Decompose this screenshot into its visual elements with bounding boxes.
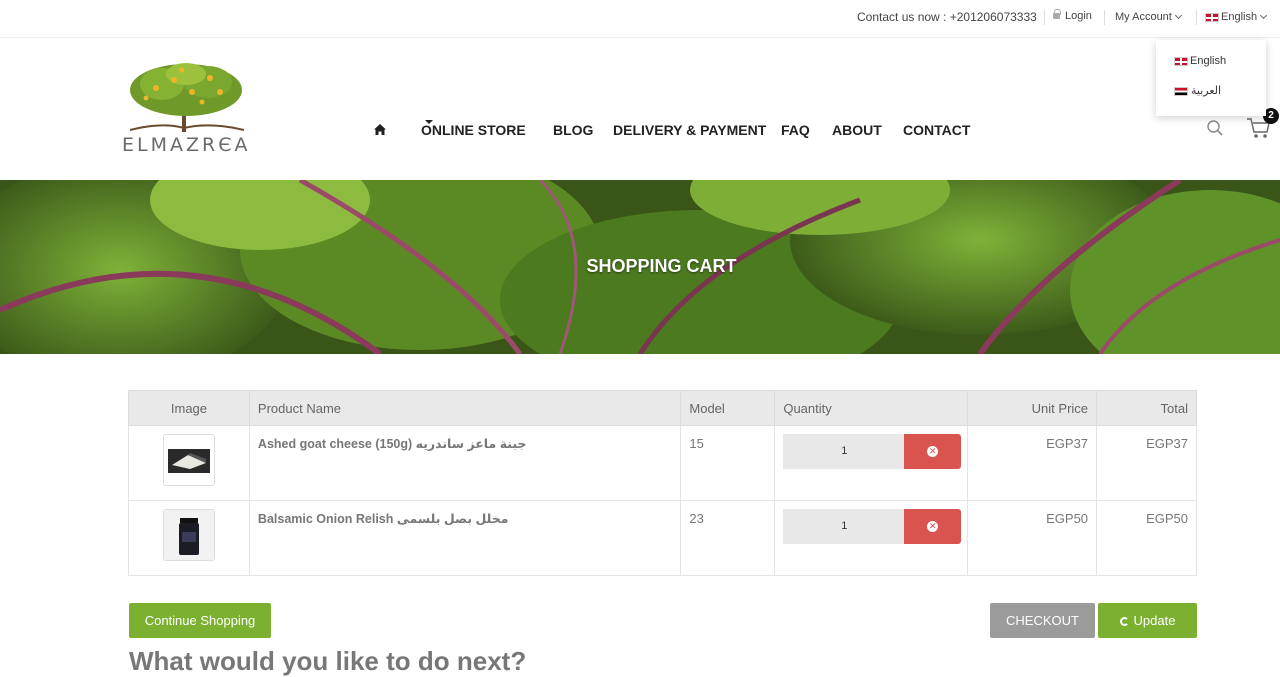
- column-header-model: Model: [680, 390, 776, 426]
- unit-price: EGP37: [967, 425, 1098, 501]
- page-title: SHOPPING CART: [586, 256, 737, 276]
- contact-phone: Contact us now : +201206073333: [857, 10, 1037, 24]
- product-name-link[interactable]: Ashed goat cheese (150g) جبنة ماعز ساندر…: [258, 437, 527, 451]
- nav-label: ONLINE STORE: [421, 122, 526, 138]
- remove-icon: ✕: [927, 521, 939, 532]
- divider: [1196, 10, 1197, 25]
- home-icon[interactable]: [374, 124, 386, 135]
- column-header-quantity: Quantity: [774, 390, 969, 426]
- language-option-arabic[interactable]: العربية: [1174, 84, 1221, 97]
- product-name-cell: Ashed goat cheese (150g) جبنة ماعز ساندر…: [248, 425, 682, 501]
- lock-icon: [1053, 9, 1061, 19]
- quantity-input[interactable]: 1: [783, 434, 906, 469]
- language-menu: English العربية: [1156, 40, 1266, 116]
- remove-item-button[interactable]: ✕: [904, 509, 962, 544]
- column-header-total: Total: [1096, 390, 1197, 426]
- divider: [1044, 10, 1045, 25]
- refresh-icon: [1119, 617, 1129, 626]
- divider: [1104, 10, 1105, 25]
- login-link[interactable]: Login: [1053, 9, 1092, 22]
- product-thumbnail[interactable]: [162, 509, 215, 561]
- chevron-down-icon: [1260, 11, 1268, 20]
- column-header-image: Image: [128, 390, 250, 426]
- uk-flag-icon: [1205, 12, 1219, 22]
- page-banner: SHOPPING CART: [0, 180, 1280, 354]
- quantity-input[interactable]: 1: [783, 509, 906, 544]
- product-thumbnail[interactable]: [162, 434, 215, 486]
- search-icon[interactable]: [1206, 119, 1224, 137]
- onion-relish-jar-image: [163, 510, 214, 560]
- my-account-dropdown[interactable]: My Account: [1115, 11, 1182, 23]
- chevron-down-icon: [1174, 11, 1182, 20]
- product-name-cell: Balsamic Onion Relish مخلل بصل بلسمى: [248, 500, 682, 576]
- table-row: Ashed goat cheese (150g) جبنة ماعز ساندر…: [128, 425, 1197, 501]
- table-header-row: Image Product Name Model Quantity Unit P…: [128, 390, 1197, 426]
- nav-item-delivery-payment[interactable]: DELIVERY & PAYMENT: [613, 122, 766, 138]
- nav-item-blog[interactable]: BLOG: [553, 122, 593, 138]
- quantity-cell: 1 ✕: [774, 425, 969, 501]
- product-model: 23: [680, 500, 776, 576]
- language-option-english[interactable]: English: [1174, 55, 1226, 67]
- caret-down-icon: [425, 120, 433, 124]
- update-cart-button[interactable]: Update: [1098, 603, 1197, 638]
- nav-item-contact[interactable]: CONTACT: [903, 122, 970, 138]
- language-dropdown[interactable]: English: [1205, 11, 1268, 23]
- quantity-cell: 1 ✕: [774, 500, 969, 576]
- language-option-label: العربية: [1191, 85, 1222, 97]
- checkout-button[interactable]: CHECKOUT: [990, 603, 1095, 638]
- remove-icon: ✕: [927, 446, 939, 457]
- top-bar: Contact us now : +201206073333 Login My …: [0, 0, 1280, 38]
- product-image-cell: [128, 500, 250, 576]
- language-label: English: [1221, 11, 1258, 23]
- login-label: Login: [1065, 10, 1092, 22]
- update-label: Update: [1133, 613, 1176, 628]
- next-steps-heading: What would you like to do next?: [129, 646, 527, 676]
- site-logo[interactable]: ELMAZRЄA: [122, 62, 250, 157]
- my-account-label: My Account: [1115, 11, 1172, 23]
- nav-item-about[interactable]: ABOUT: [832, 122, 882, 138]
- remove-item-button[interactable]: ✕: [904, 434, 962, 469]
- column-header-product-name: Product Name: [248, 390, 682, 426]
- nav-item-faq[interactable]: FAQ: [781, 122, 810, 138]
- egypt-flag-icon: [1174, 86, 1188, 96]
- line-total: EGP37: [1096, 425, 1197, 501]
- product-model: 15: [680, 425, 776, 501]
- table-row: Balsamic Onion Relish مخلل بصل بلسمى 23 …: [128, 500, 1197, 576]
- continue-shopping-button[interactable]: Continue Shopping: [129, 603, 271, 638]
- logo-text: ELMAZRЄA: [122, 134, 251, 156]
- uk-flag-icon: [1174, 56, 1188, 66]
- language-option-label: English: [1190, 55, 1227, 67]
- product-image-cell: [128, 425, 250, 501]
- column-header-unit-price: Unit Price: [967, 390, 1098, 426]
- cart-table: Image Product Name Model Quantity Unit P…: [128, 390, 1197, 576]
- product-name-link[interactable]: Balsamic Onion Relish مخلل بصل بلسمى: [258, 512, 509, 526]
- line-total: EGP50: [1096, 500, 1197, 576]
- unit-price: EGP50: [967, 500, 1098, 576]
- goat-cheese-image: [167, 449, 210, 473]
- tree-logo-icon: [129, 63, 245, 132]
